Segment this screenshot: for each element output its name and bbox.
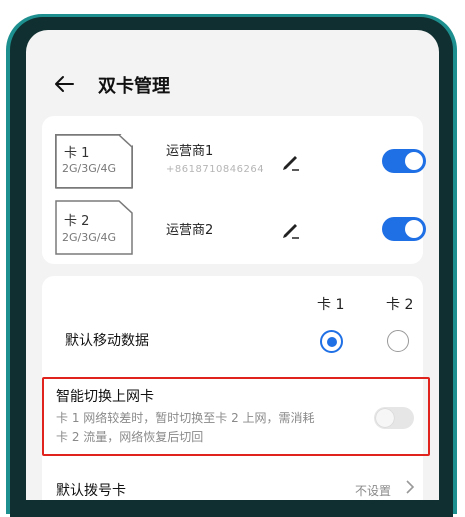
phone-number: +8618710846264 [166, 164, 265, 175]
pencil-icon[interactable] [280, 150, 302, 172]
chevron-right-icon[interactable] [403, 479, 417, 495]
title-bar: 双卡管理 [26, 66, 439, 106]
sim-card-list: 卡 1 2G/3G/4G 运营商1 +8618710846264 卡 2 2G/… [42, 116, 426, 264]
sim-networks: 2G/3G/4G [62, 162, 116, 175]
default-dial-value[interactable]: 不设置 [355, 482, 391, 499]
smart-switch-desc-line1: 卡 1 网络较差时，暂时切换至卡 2 上网，需消耗 [56, 411, 315, 425]
default-data-sim1-radio[interactable] [320, 330, 343, 353]
column-header-sim1: 卡 1 [317, 297, 345, 313]
smart-switch-title: 智能切换上网卡 [56, 389, 154, 405]
column-header-sim2: 卡 2 [386, 297, 414, 313]
toggle-knob [376, 409, 394, 427]
sim-name: 卡 2 [64, 214, 90, 229]
toggle-knob [405, 220, 423, 238]
sim-2-toggle[interactable] [382, 217, 426, 241]
default-data-label: 默认移动数据 [65, 333, 149, 349]
default-data-sim2-radio[interactable] [387, 330, 409, 352]
default-dial-label[interactable]: 默认拨号卡 [56, 480, 126, 500]
sim-1-toggle[interactable] [382, 149, 426, 173]
radio-dot [326, 336, 337, 347]
smart-switch-desc-line2: 卡 2 流量，网络恢复后切回 [56, 430, 204, 444]
sim-name: 卡 1 [64, 146, 90, 161]
page-title: 双卡管理 [98, 76, 170, 97]
pencil-icon[interactable] [280, 218, 302, 240]
sim-row-1: 卡 1 2G/3G/4G 运营商1 +8618710846264 [42, 124, 426, 194]
back-arrow-icon[interactable] [52, 72, 76, 96]
toggle-knob [405, 152, 423, 170]
sim-row-2: 卡 2 2G/3G/4G 运营商2 [42, 198, 426, 268]
carrier-name: 运营商2 [166, 223, 214, 238]
sim-networks: 2G/3G/4G [62, 231, 116, 244]
smart-switch-toggle[interactable] [374, 407, 414, 429]
carrier-name: 运营商1 [166, 144, 214, 159]
